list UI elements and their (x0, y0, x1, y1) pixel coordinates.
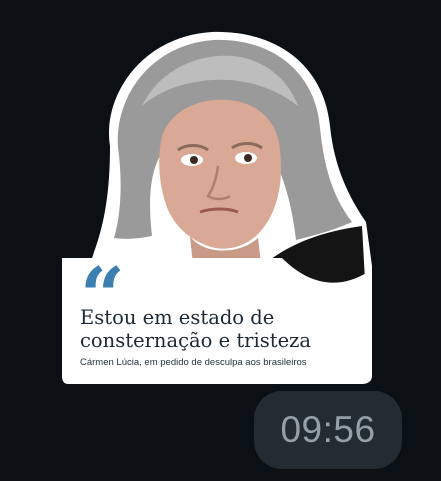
quote-headline: Estou em estado de consternação e triste… (80, 306, 360, 352)
chat-area: “ Estou em estado de consternação e tris… (0, 0, 441, 481)
message-time-bubble: 09:56 (254, 391, 402, 469)
message-timestamp: 09:56 (280, 409, 376, 450)
quote-card: “ Estou em estado de consternação e tris… (66, 256, 370, 380)
sticker[interactable]: “ Estou em estado de consternação e tris… (62, 26, 372, 384)
quote-caption: Cármen Lúcia, em pedido de desculpa aos … (80, 357, 307, 368)
headline-line-2: consternação e tristeza (80, 329, 312, 352)
headline-line-1: Estou em estado de (80, 306, 275, 329)
